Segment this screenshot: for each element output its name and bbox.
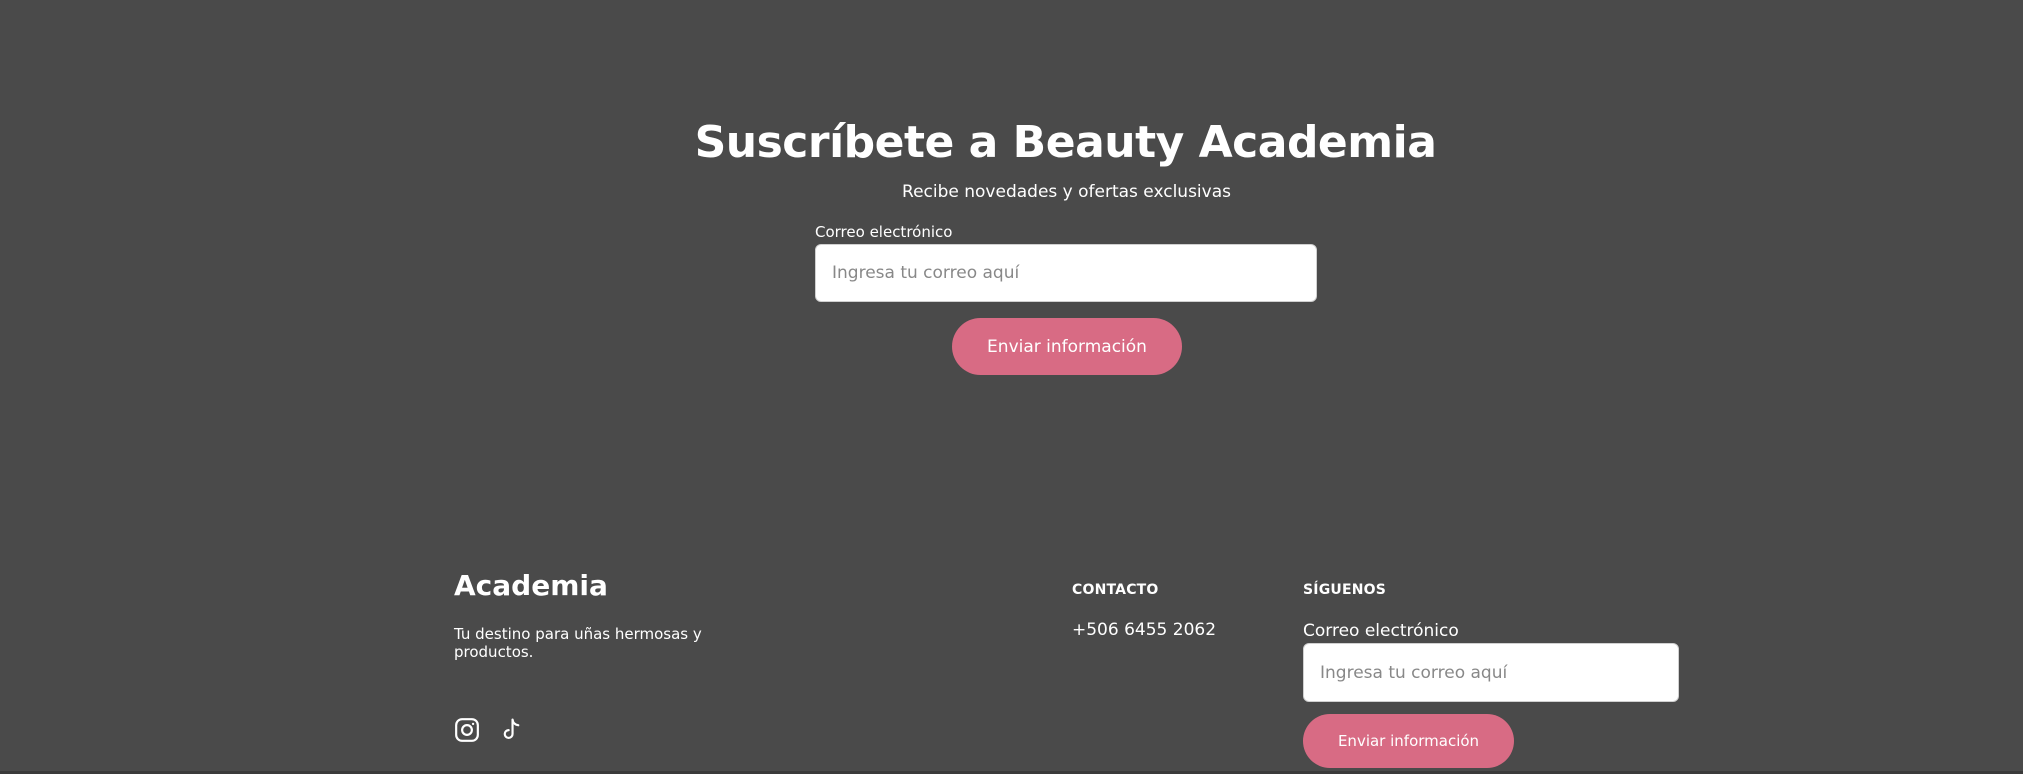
contact-heading: CONTACTO: [1072, 582, 1159, 598]
tiktok-link[interactable]: [498, 716, 526, 744]
instagram-link[interactable]: [453, 716, 481, 744]
subscribe-subtitle: Recibe novedades y ofertas exclusivas: [902, 182, 1231, 202]
contact-phone: +506 6455 2062: [1072, 620, 1217, 640]
footer-tagline: Tu destino para uñas hermosas y producto…: [454, 625, 702, 661]
subscribe-submit-button[interactable]: Enviar información: [952, 318, 1182, 375]
footer-email-label: Correo electrónico: [1303, 621, 1459, 641]
footer-brand: Academia: [454, 569, 608, 602]
footer-submit-button[interactable]: Enviar información: [1303, 714, 1514, 768]
footer-email-input[interactable]: [1303, 643, 1679, 702]
subscribe-email-input[interactable]: [815, 244, 1317, 302]
page: Suscríbete a Beauty Academia Recibe nove…: [0, 0, 2023, 774]
subscribe-title: Suscríbete a Beauty Academia: [694, 117, 1437, 168]
instagram-icon: [455, 718, 479, 742]
follow-heading: SÍGUENOS: [1303, 582, 1387, 598]
subscribe-email-label: Correo electrónico: [815, 223, 953, 241]
tiktok-icon: [503, 718, 520, 739]
